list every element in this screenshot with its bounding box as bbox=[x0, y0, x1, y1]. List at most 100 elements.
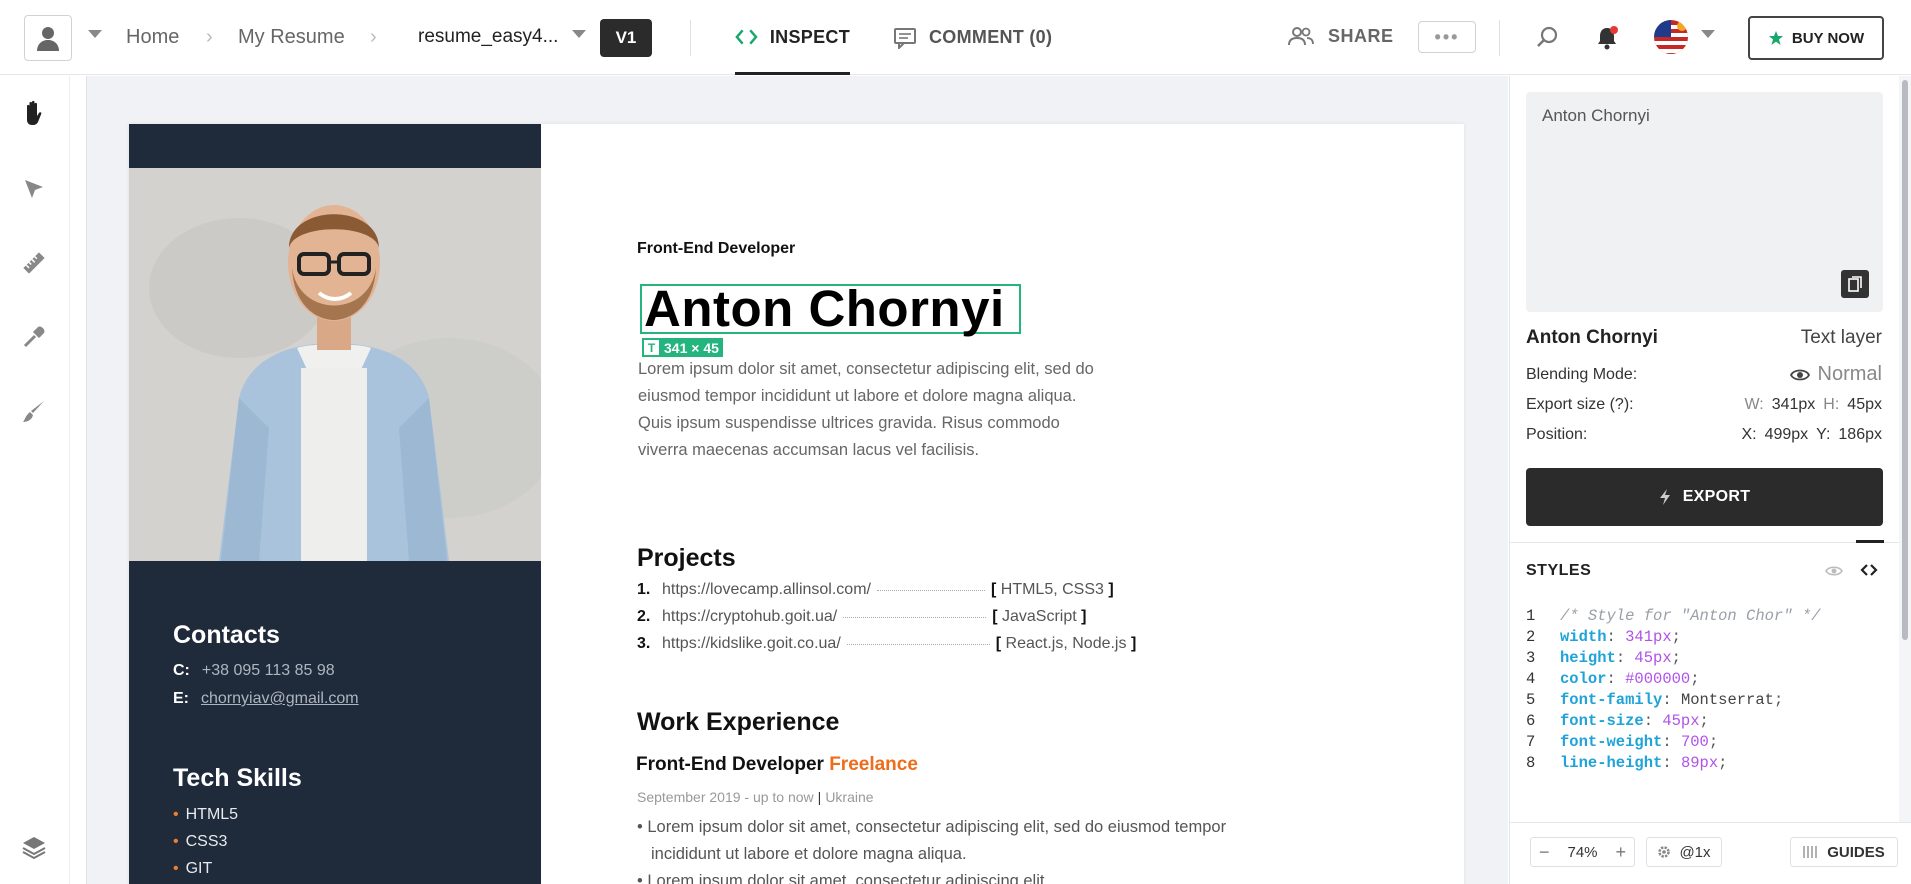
bullet-icon: • bbox=[173, 806, 179, 823]
height-value: 45px bbox=[1847, 396, 1882, 413]
file-chevron-down-icon[interactable] bbox=[572, 30, 586, 38]
width-label: W: bbox=[1744, 396, 1764, 413]
css-value: #000000 bbox=[1625, 670, 1691, 688]
skill-item: • GIT bbox=[173, 860, 212, 878]
line-number: 1 bbox=[1526, 607, 1536, 625]
pointer-icon[interactable] bbox=[19, 174, 49, 204]
line-number: 4 bbox=[1526, 670, 1536, 688]
css-value: 45px bbox=[1662, 712, 1700, 730]
guides-button[interactable]: GUIDES bbox=[1790, 837, 1898, 867]
eye-icon[interactable] bbox=[1824, 562, 1844, 580]
gear-icon bbox=[1658, 846, 1671, 858]
css-value: 45px bbox=[1634, 649, 1672, 667]
code-line: 6 font-size: 45px; bbox=[1526, 712, 1709, 730]
share-label: SHARE bbox=[1328, 26, 1394, 46]
css-property: font-family bbox=[1560, 691, 1663, 709]
css-property: width bbox=[1560, 628, 1607, 646]
position-label: Position: bbox=[1526, 426, 1588, 443]
share-button[interactable]: SHARE bbox=[1288, 26, 1394, 47]
buy-now-button[interactable]: BUY NOW bbox=[1748, 16, 1884, 60]
divider bbox=[1499, 20, 1500, 56]
copy-text-button[interactable] bbox=[1841, 270, 1869, 298]
scrollbar-thumb[interactable] bbox=[1902, 80, 1908, 640]
work-role-label: Front-End Developer bbox=[636, 754, 824, 775]
eyedropper-icon[interactable] bbox=[19, 322, 49, 352]
code-icon bbox=[735, 29, 758, 45]
star-icon bbox=[1768, 31, 1783, 45]
skill-label: HTML5 bbox=[185, 806, 239, 823]
meta-separator: | bbox=[817, 789, 822, 805]
css-value: 89px bbox=[1680, 754, 1719, 772]
more-options-button[interactable]: ••• bbox=[1418, 21, 1476, 53]
line-number: 2 bbox=[1526, 628, 1536, 646]
ruler-icon[interactable] bbox=[19, 248, 49, 278]
work-period: September 2019 - up to now bbox=[637, 789, 814, 805]
work-role[interactable]: Front-End Developer Freelance bbox=[636, 754, 918, 776]
height-label: H: bbox=[1823, 396, 1840, 413]
zoom-out-icon[interactable]: − bbox=[1539, 842, 1550, 863]
user-avatar-button[interactable] bbox=[24, 15, 72, 61]
user-icon bbox=[37, 27, 59, 51]
inspector-scrollbar[interactable] bbox=[1899, 76, 1911, 822]
x-label: X: bbox=[1741, 426, 1757, 443]
line-number: 5 bbox=[1526, 691, 1536, 709]
tab-inspect[interactable]: INSPECT bbox=[735, 18, 850, 75]
preview-text: Anton Chornyi bbox=[1542, 106, 1650, 125]
skill-item: • CSS3 bbox=[173, 833, 227, 851]
code-view-icon[interactable] bbox=[1858, 560, 1880, 580]
export-scale-button[interactable]: @1x bbox=[1646, 837, 1722, 867]
profile-photo[interactable] bbox=[129, 168, 541, 561]
breadcrumb-my-resume[interactable]: My Resume bbox=[238, 26, 345, 49]
tab-comment-label: COMMENT (0) bbox=[929, 27, 1053, 47]
contact-email: E: chornyiav@gmail.com bbox=[173, 690, 359, 708]
design-canvas[interactable]: Contacts C: +38 095 113 85 98 E: chornyiav… bbox=[86, 76, 1508, 884]
file-name-dropdown[interactable]: resume_easy4... bbox=[418, 26, 558, 48]
search-icon[interactable] bbox=[1534, 24, 1560, 50]
line-number: 6 bbox=[1526, 712, 1536, 730]
hand-icon[interactable] bbox=[19, 98, 49, 128]
styles-tab-indicator bbox=[1856, 540, 1884, 543]
eye-icon[interactable] bbox=[1789, 368, 1810, 382]
css-property: font-size bbox=[1560, 712, 1644, 730]
guides-label: GUIDES bbox=[1827, 843, 1885, 861]
version-badge[interactable]: V1 bbox=[600, 19, 652, 57]
inspector-footer: − 74% + @1x GUIDES bbox=[1510, 822, 1911, 884]
layer-name: Anton Chornyi bbox=[1526, 327, 1658, 348]
contacts-heading: Contacts bbox=[173, 621, 280, 649]
code-line: 5 font-family: Montserrat; bbox=[1526, 691, 1784, 709]
divider bbox=[1510, 542, 1911, 543]
code-line: 1 /* Style for "Anton Chor" */ bbox=[1526, 606, 1820, 627]
work-bullet: • Lorem ipsum dolor sit amet, consectetu… bbox=[637, 818, 1227, 863]
css-property: color bbox=[1560, 670, 1607, 688]
work-company: Freelance bbox=[829, 754, 918, 775]
line-number: 8 bbox=[1526, 754, 1536, 772]
brush-icon[interactable] bbox=[19, 396, 49, 426]
tool-sidebar bbox=[0, 76, 70, 884]
zoom-level[interactable]: 74% bbox=[1567, 844, 1597, 861]
export-button[interactable]: EXPORT bbox=[1526, 468, 1883, 526]
zoom-in-icon[interactable]: + bbox=[1615, 842, 1626, 863]
tech-skills-heading: Tech Skills bbox=[173, 764, 302, 792]
email-link[interactable]: chornyiav@gmail.com bbox=[201, 690, 359, 707]
css-code-block[interactable]: 1/* Style for "Anton Chor" */ 2 width: 34… bbox=[1526, 606, 1820, 774]
breadcrumb-separator-icon: › bbox=[370, 26, 377, 48]
layers-icon[interactable] bbox=[19, 832, 49, 862]
css-value: 341px bbox=[1625, 628, 1672, 646]
breadcrumb-home[interactable]: Home bbox=[126, 26, 179, 49]
lightning-icon bbox=[1659, 489, 1670, 505]
account-chevron-down-icon[interactable] bbox=[1701, 30, 1715, 38]
user-menu-chevron-icon[interactable] bbox=[88, 30, 102, 38]
work-experience-block: Front-End Developer Freelance September … bbox=[541, 76, 1241, 884]
resume-sidebar[interactable]: Contacts C: +38 095 113 85 98 E: chornyiav… bbox=[129, 124, 541, 884]
users-icon bbox=[1288, 27, 1314, 46]
export-size-value: W: 341px H: 45px bbox=[1744, 396, 1882, 414]
phone-value: +38 095 113 85 98 bbox=[201, 662, 335, 679]
css-property: line-height bbox=[1560, 754, 1663, 772]
export-label: EXPORT bbox=[1682, 488, 1751, 505]
buy-now-label: BUY NOW bbox=[1791, 29, 1865, 47]
account-flag-avatar[interactable] bbox=[1654, 20, 1688, 54]
bell-icon[interactable] bbox=[1594, 24, 1620, 52]
y-label: Y: bbox=[1816, 426, 1831, 443]
tab-comment[interactable]: COMMENT (0) bbox=[893, 18, 1052, 75]
css-value: Montserrat bbox=[1680, 691, 1774, 709]
